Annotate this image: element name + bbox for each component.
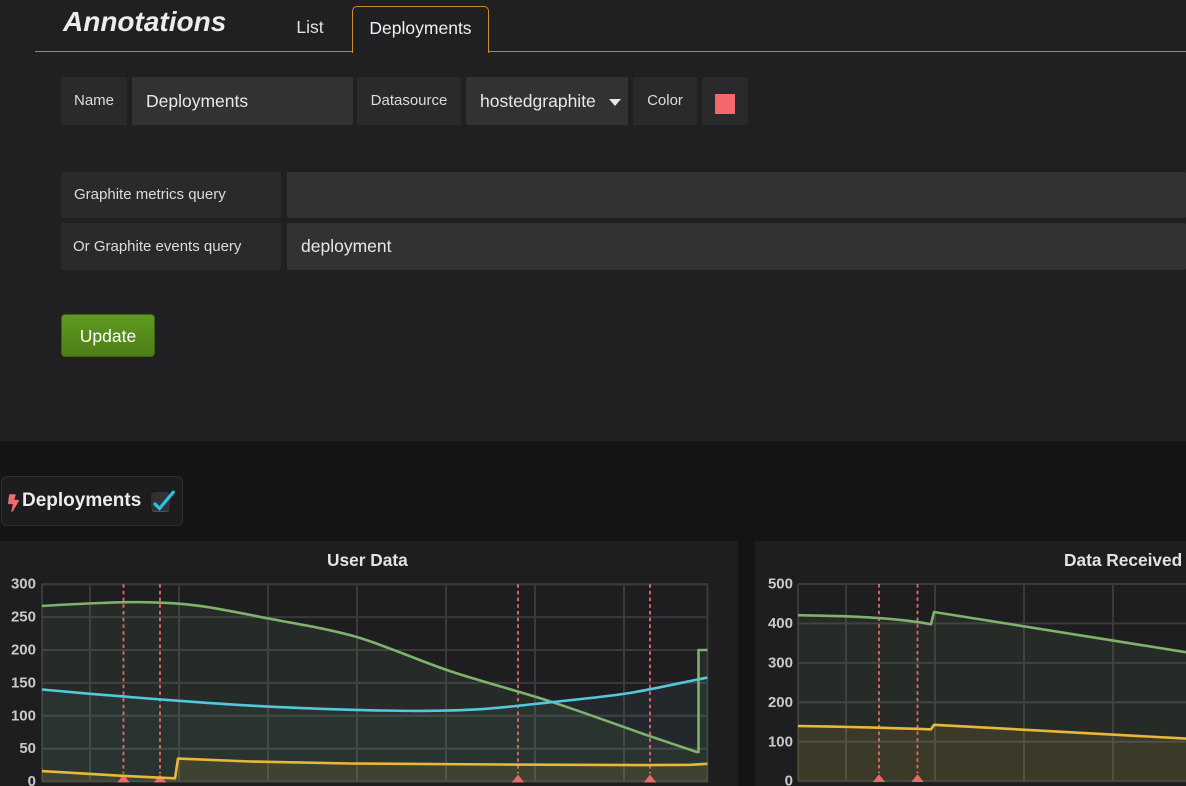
svg-text:200: 200: [11, 642, 36, 659]
svg-text:50: 50: [19, 740, 36, 757]
svg-text:0: 0: [28, 773, 36, 786]
svg-text:250: 250: [11, 609, 36, 626]
svg-text:150: 150: [11, 674, 36, 691]
svg-text:200: 200: [768, 694, 793, 711]
svg-text:300: 300: [11, 576, 36, 593]
svg-text:100: 100: [768, 733, 793, 750]
svg-text:400: 400: [768, 615, 793, 632]
svg-text:300: 300: [768, 654, 793, 671]
svg-text:100: 100: [11, 707, 36, 724]
svg-text:500: 500: [768, 576, 793, 593]
svg-text:0: 0: [785, 773, 793, 786]
